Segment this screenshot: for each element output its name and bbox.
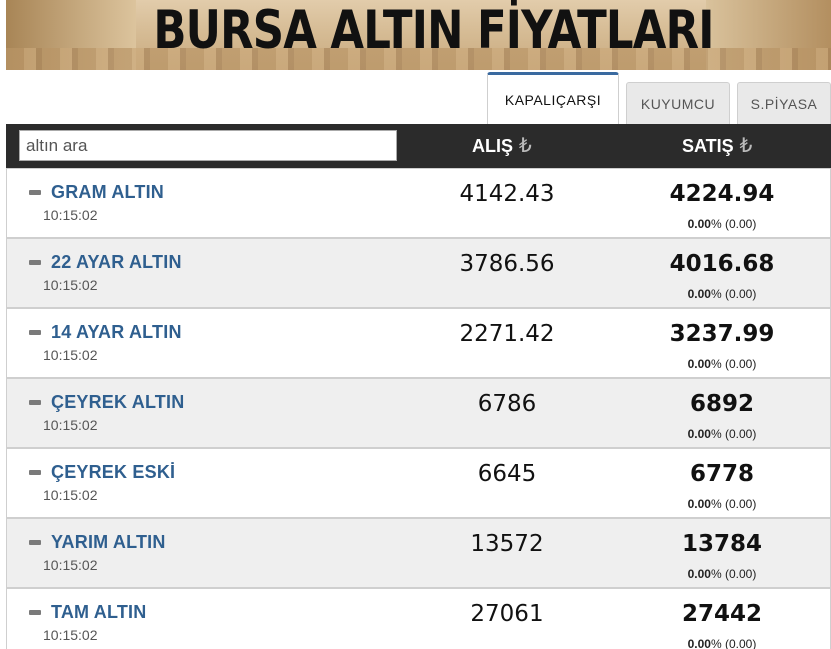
buy-price: 2271.42 bbox=[459, 321, 555, 347]
table-row[interactable]: GRAM ALTIN 10:15:02 4142.43 4224.94 0.00… bbox=[6, 168, 831, 238]
percent-sign: % bbox=[710, 357, 722, 371]
tab-serbest-piyasa[interactable]: S.PİYASA bbox=[737, 82, 831, 124]
gold-name[interactable]: TAM ALTIN bbox=[51, 602, 146, 623]
gold-name[interactable]: ÇEYREK ALTIN bbox=[51, 392, 184, 413]
change-info: 0.00% (0.00) bbox=[622, 217, 822, 231]
update-time: 10:15:02 bbox=[43, 487, 98, 503]
gold-name[interactable]: ÇEYREK ESKİ bbox=[51, 462, 175, 483]
change-absolute: (0.00) bbox=[725, 287, 757, 301]
gold-name[interactable]: YARIM ALTIN bbox=[51, 532, 166, 553]
gold-name[interactable]: GRAM ALTIN bbox=[51, 182, 164, 203]
table-row[interactable]: 22 AYAR ALTIN 10:15:02 3786.56 4016.68 0… bbox=[6, 238, 831, 308]
change-absolute: (0.00) bbox=[725, 357, 757, 371]
collapse-marker-icon bbox=[29, 330, 41, 335]
sell-price: 13784 bbox=[681, 531, 763, 557]
change-info: 0.00% (0.00) bbox=[622, 567, 822, 581]
buy-price: 6645 bbox=[477, 461, 537, 487]
change-absolute: (0.00) bbox=[725, 637, 757, 649]
banner-title: BURSA ALTIN FİYATLARI bbox=[153, 0, 714, 61]
collapse-marker-icon bbox=[29, 400, 41, 405]
buy-price: 13572 bbox=[470, 531, 544, 557]
table-row[interactable]: ÇEYREK ALTIN 10:15:02 6786 6892 0.00% (0… bbox=[6, 378, 831, 448]
change-info: 0.00% (0.00) bbox=[622, 287, 822, 301]
buy-column-header: ALIŞ ₺ bbox=[472, 124, 532, 168]
buy-price: 3786.56 bbox=[459, 251, 555, 277]
update-time: 10:15:02 bbox=[43, 627, 98, 643]
percent-sign: % bbox=[710, 567, 722, 581]
change-percent: 0.00 bbox=[687, 567, 711, 581]
gold-name[interactable]: 22 AYAR ALTIN bbox=[51, 252, 182, 273]
collapse-marker-icon bbox=[29, 610, 41, 615]
buy-price: 27061 bbox=[470, 601, 544, 627]
change-absolute: (0.00) bbox=[725, 567, 757, 581]
table-row[interactable]: ÇEYREK ESKİ 10:15:02 6645 6778 0.00% (0.… bbox=[6, 448, 831, 518]
buy-price: 4142.43 bbox=[459, 181, 555, 207]
tab-kapalicarsi[interactable]: KAPALIÇARŞI bbox=[487, 72, 619, 124]
update-time: 10:15:02 bbox=[43, 557, 98, 573]
sell-header-label: SATIŞ bbox=[682, 136, 734, 156]
percent-sign: % bbox=[710, 497, 722, 511]
percent-sign: % bbox=[710, 427, 722, 441]
market-tabs: KAPALIÇARŞI KUYUMCU S.PİYASA bbox=[0, 72, 831, 124]
table-header: ALIŞ₺ SATIŞ₺ bbox=[6, 124, 831, 168]
lira-icon: ₺ bbox=[519, 135, 532, 157]
sell-price: 27442 bbox=[681, 601, 763, 627]
sell-price: 4016.68 bbox=[669, 251, 775, 277]
collapse-marker-icon bbox=[29, 470, 41, 475]
change-info: 0.00% (0.00) bbox=[622, 497, 822, 511]
change-absolute: (0.00) bbox=[725, 217, 757, 231]
update-time: 10:15:02 bbox=[43, 207, 98, 223]
sell-price: 3237.99 bbox=[669, 321, 775, 347]
percent-sign: % bbox=[710, 287, 722, 301]
sell-price: 4224.94 bbox=[669, 181, 775, 207]
change-percent: 0.00 bbox=[687, 357, 711, 371]
sell-price: 6778 bbox=[689, 461, 754, 487]
change-percent: 0.00 bbox=[687, 217, 711, 231]
change-absolute: (0.00) bbox=[725, 497, 757, 511]
buy-price: 6786 bbox=[477, 391, 537, 417]
sell-column-header: SATIŞ ₺ bbox=[682, 124, 752, 168]
change-info: 0.00% (0.00) bbox=[622, 637, 822, 649]
table-row[interactable]: TAM ALTIN 10:15:02 27061 27442 0.00% (0.… bbox=[6, 588, 831, 649]
search-input[interactable] bbox=[19, 130, 397, 161]
lira-icon: ₺ bbox=[739, 135, 753, 157]
sell-price: 6892 bbox=[689, 391, 754, 417]
buy-header-label: ALIŞ bbox=[472, 136, 514, 156]
change-percent: 0.00 bbox=[687, 637, 711, 649]
percent-sign: % bbox=[710, 217, 722, 231]
table-row[interactable]: 14 AYAR ALTIN 10:15:02 2271.42 3237.99 0… bbox=[6, 308, 831, 378]
update-time: 10:15:02 bbox=[43, 347, 98, 363]
change-info: 0.00% (0.00) bbox=[622, 427, 822, 441]
table-row[interactable]: YARIM ALTIN 10:15:02 13572 13784 0.00% (… bbox=[6, 518, 831, 588]
gold-name[interactable]: 14 AYAR ALTIN bbox=[51, 322, 182, 343]
change-info: 0.00% (0.00) bbox=[622, 357, 822, 371]
collapse-marker-icon bbox=[29, 190, 41, 195]
collapse-marker-icon bbox=[29, 260, 41, 265]
collapse-marker-icon bbox=[29, 540, 41, 545]
change-percent: 0.00 bbox=[687, 427, 711, 441]
change-percent: 0.00 bbox=[687, 497, 711, 511]
update-time: 10:15:02 bbox=[43, 277, 98, 293]
change-absolute: (0.00) bbox=[725, 427, 757, 441]
tab-kuyumcu[interactable]: KUYUMCU bbox=[626, 82, 730, 124]
percent-sign: % bbox=[710, 637, 722, 649]
change-percent: 0.00 bbox=[687, 287, 711, 301]
price-table: GRAM ALTIN 10:15:02 4142.43 4224.94 0.00… bbox=[6, 168, 831, 649]
update-time: 10:15:02 bbox=[43, 417, 98, 433]
banner: BURSA ALTIN FİYATLARI bbox=[6, 0, 831, 70]
